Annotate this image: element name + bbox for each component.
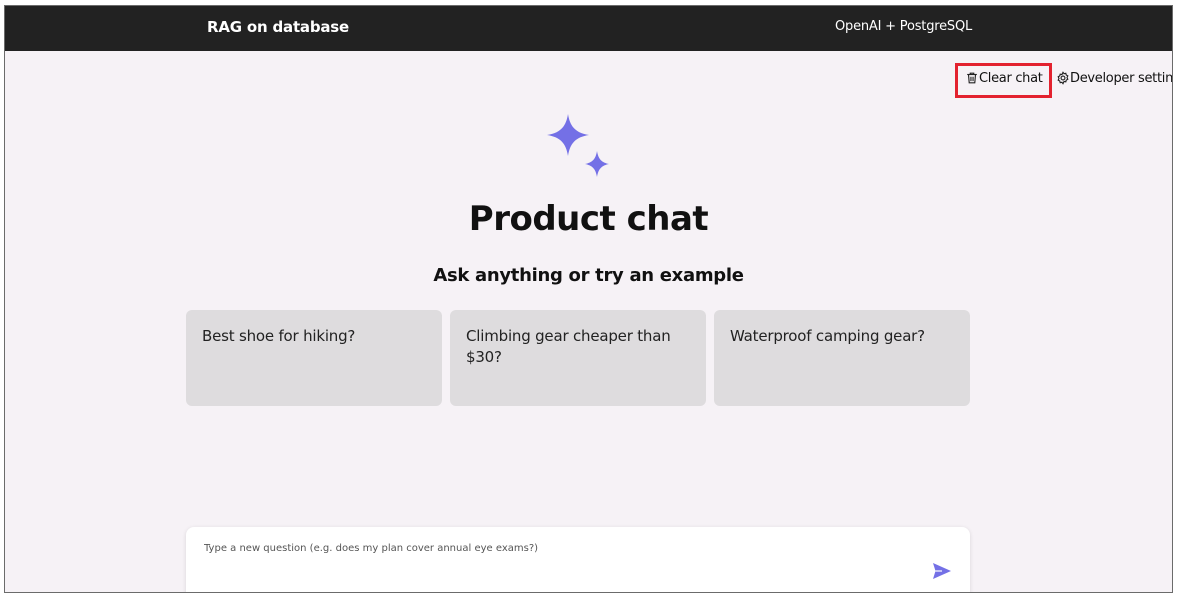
app-title[interactable]: RAG on database bbox=[207, 18, 349, 36]
clear-chat-label: Clear chat bbox=[979, 70, 1043, 86]
gear-icon bbox=[1057, 71, 1069, 85]
developer-settings-label: Developer settings bbox=[1070, 70, 1173, 86]
app-window: RAG on database OpenAI + PostgreSQL Clea… bbox=[4, 5, 1173, 593]
header-bar: RAG on database OpenAI + PostgreSQL bbox=[5, 6, 1172, 51]
page-subtitle: Ask anything or try an example bbox=[433, 265, 744, 286]
send-icon bbox=[933, 563, 951, 579]
app-subtitle: OpenAI + PostgreSQL bbox=[835, 19, 973, 34]
developer-settings-button[interactable]: Developer settings bbox=[1056, 68, 1173, 88]
sparkle-icon bbox=[547, 114, 609, 177]
trash-icon bbox=[967, 72, 977, 84]
example-list: Best shoe for hiking? Climbing gear chea… bbox=[186, 310, 970, 406]
send-button[interactable] bbox=[931, 561, 953, 581]
page-title: Product chat bbox=[468, 199, 709, 239]
question-input-container bbox=[186, 527, 970, 592]
example-card[interactable]: Best shoe for hiking? bbox=[186, 310, 442, 406]
example-card[interactable]: Waterproof camping gear? bbox=[714, 310, 970, 406]
example-card[interactable]: Climbing gear cheaper than $30? bbox=[450, 310, 706, 406]
clear-chat-button[interactable]: Clear chat bbox=[965, 68, 1043, 88]
question-input[interactable] bbox=[204, 543, 904, 554]
